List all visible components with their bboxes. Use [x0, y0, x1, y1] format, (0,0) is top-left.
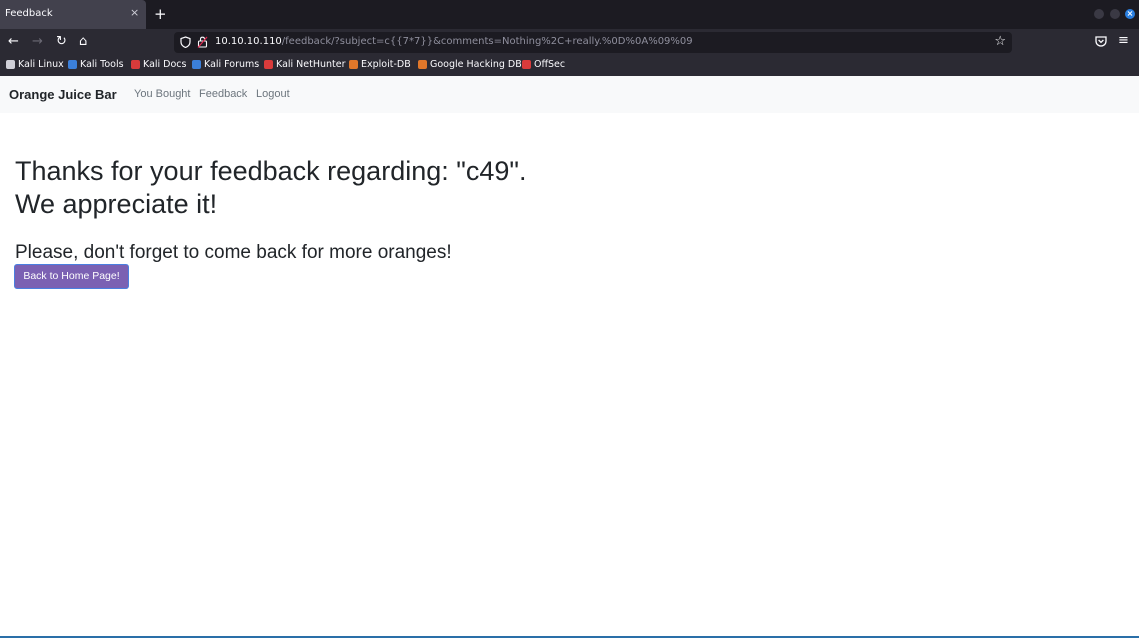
- bookmark-star-icon[interactable]: ☆: [994, 34, 1006, 49]
- thanks-line: Thanks for your feedback regarding: "c49…: [15, 156, 527, 186]
- nav-feedback[interactable]: Feedback: [199, 88, 247, 100]
- kali-forums-icon: [192, 60, 201, 69]
- bookmark-kali-tools[interactable]: Kali Tools: [68, 59, 124, 70]
- tab-feedback[interactable]: Feedback ×: [0, 0, 146, 29]
- bookmark-google-hacking-db[interactable]: Google Hacking DB: [418, 59, 522, 70]
- bookmark-label: Kali Docs: [143, 59, 187, 70]
- bookmark-kali-forums[interactable]: Kali Forums: [192, 59, 259, 70]
- bookmark-kali-nethunter[interactable]: Kali NetHunter: [264, 59, 346, 70]
- hamburger-menu-icon[interactable]: ≡: [1118, 33, 1129, 48]
- appreciate-line: We appreciate it!: [15, 189, 218, 219]
- home-icon[interactable]: ⌂: [79, 33, 87, 51]
- bookmark-label: Kali NetHunter: [276, 59, 346, 70]
- kali-nethunter-icon: [264, 60, 273, 69]
- close-tab-icon[interactable]: ×: [130, 6, 139, 19]
- back-home-button[interactable]: Back to Home Page!: [14, 264, 129, 289]
- url-host: 10.10.10.110: [215, 36, 282, 47]
- bookmark-label: Google Hacking DB: [430, 59, 522, 70]
- kali-tools-icon: [68, 60, 77, 69]
- page-title: Thanks for your feedback regarding: "c49…: [15, 155, 526, 221]
- offsec-icon: [522, 60, 531, 69]
- tab-strip: Feedback × + ×: [0, 0, 1139, 29]
- bookmark-exploit-db[interactable]: Exploit-DB: [349, 59, 411, 70]
- bookmark-label: Kali Tools: [80, 59, 124, 70]
- minimize-icon[interactable]: [1094, 9, 1104, 19]
- maximize-icon[interactable]: [1110, 9, 1120, 19]
- tab-title: Feedback: [5, 8, 53, 19]
- nav-logout[interactable]: Logout: [256, 88, 290, 100]
- reload-icon[interactable]: ↻: [56, 33, 67, 51]
- close-window-icon[interactable]: ×: [1125, 9, 1135, 19]
- kali-dragon-icon: [6, 60, 15, 69]
- new-tab-button[interactable]: +: [154, 5, 167, 23]
- come-back-message: Please, don't forget to come back for mo…: [15, 242, 452, 263]
- bookmark-kali-docs[interactable]: Kali Docs: [131, 59, 186, 70]
- pocket-icon[interactable]: [1094, 34, 1108, 48]
- bookmarks-toolbar: Kali Linux Kali Tools Kali Docs Kali For…: [0, 56, 1139, 76]
- insecure-lock-icon[interactable]: [197, 36, 208, 48]
- bookmark-label: Kali Linux: [18, 59, 64, 70]
- url-text[interactable]: 10.10.10.110/feedback/?subject=c{{7*7}}&…: [215, 36, 693, 47]
- bookmark-label: Kali Forums: [204, 59, 260, 70]
- back-arrow-icon[interactable]: ←: [8, 33, 19, 51]
- bookmark-label: Exploit-DB: [361, 59, 411, 70]
- ghdb-icon: [418, 60, 427, 69]
- exploit-db-icon: [349, 60, 358, 69]
- bookmark-offsec[interactable]: OffSec: [522, 59, 565, 70]
- url-bar[interactable]: 10.10.10.110/feedback/?subject=c{{7*7}}&…: [174, 32, 1012, 53]
- nav-you-bought[interactable]: You Bought: [134, 88, 190, 100]
- site-navbar: Orange Juice Bar You Bought Feedback Log…: [0, 76, 1139, 113]
- brand-link[interactable]: Orange Juice Bar: [9, 87, 117, 102]
- tracking-shield-icon[interactable]: [180, 36, 191, 48]
- forward-arrow-icon[interactable]: →: [32, 33, 43, 51]
- bookmark-kali-linux[interactable]: Kali Linux: [6, 59, 64, 70]
- url-path: /feedback/?subject=c{{7*7}}&comments=Not…: [281, 36, 693, 47]
- bookmark-label: OffSec: [534, 59, 566, 70]
- kali-docs-icon: [131, 60, 140, 69]
